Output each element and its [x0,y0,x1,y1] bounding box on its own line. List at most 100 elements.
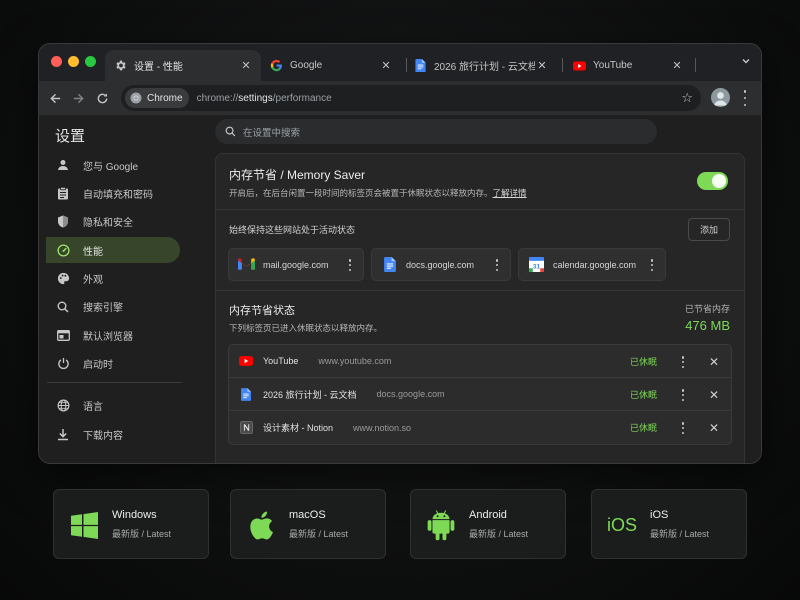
tab-label: 设置 - 性能 [134,62,183,73]
tab-travel-doc[interactable]: 2026 旅行计划 - 云文档 ✕ [405,50,557,81]
tab-search-dropdown[interactable] [741,56,751,69]
tab-close-button[interactable]: ✕ [379,59,393,72]
site-domain: docs.google.com [406,259,475,270]
sidebar-item-search-engine[interactable]: 搜索引擎 [39,294,209,320]
list-item: 2026 旅行计划 - 云文档 docs.google.com 已休眠 ✕ [229,378,731,411]
learn-more-link[interactable]: 了解详情 [493,188,527,198]
reload-button[interactable] [93,89,111,107]
bookmark-star-icon[interactable]: ☆ [681,90,693,106]
os-name: macOS [289,509,326,521]
sidebar-item-label: 搜索引擎 [83,303,123,315]
row-close-button[interactable]: ✕ [709,355,719,369]
tab-close-button[interactable]: ✕ [670,59,684,72]
memory-saver-toggle[interactable] [697,172,728,190]
search-icon [225,126,236,137]
row-more-button[interactable] [681,422,685,434]
os-version: 最新版 / Latest [112,529,172,539]
maximize-window-button[interactable] [85,56,96,67]
download-card-ios[interactable]: iOS iOS 最新版 / Latest [591,489,747,559]
tab-label: 2026 旅行计划 - 云文档 [434,62,535,73]
sidebar-item-on-startup[interactable]: 启动时 [39,351,209,377]
settings-page: 设置 在设置中搜索 您与 Google 自动填充和密码 隐私和安全 性能 外观 … [39,115,761,463]
row-close-button[interactable]: ✕ [709,421,719,435]
memory-saved-value: 476 MB [685,318,730,333]
memory-saved-label: 已节省内存 [684,304,730,314]
address-bar[interactable]: Chrome chrome://settings/performance ☆ [121,85,701,111]
forward-button[interactable] [69,89,87,107]
svg-text:31: 31 [533,263,541,270]
row-close-button[interactable]: ✕ [709,388,719,402]
tab-name: YouTube [263,356,299,366]
site-domain: calendar.google.com [553,259,637,270]
os-version: 最新版 / Latest [469,529,529,539]
row-more-button[interactable] [681,389,685,401]
sidebar-item-label: 性能 [83,246,103,258]
download-icon [55,426,71,442]
browser-menu-button[interactable] [740,90,750,106]
chrome-logo-icon [130,92,142,104]
tab-name: 2026 旅行计划 - 云文档 [263,389,357,400]
divider [216,209,744,210]
power-icon [55,356,71,372]
sidebar-item-autofill[interactable]: 自动填充和密码 [39,180,209,206]
site-more-button[interactable] [650,259,654,271]
row-more-button[interactable] [681,356,685,368]
tab-google[interactable]: Google ✕ [261,50,401,81]
memory-saver-state-title: 内存节省状态 [229,305,295,317]
os-version: 最新版 / Latest [650,529,710,539]
download-card-macos[interactable]: macOS 最新版 / Latest [230,489,386,559]
add-site-button[interactable]: 添加 [688,218,730,241]
sidebar-item-you-and-google[interactable]: 您与 Google [39,152,209,178]
close-window-button[interactable] [51,56,62,67]
browser-window-icon [55,327,71,343]
back-button[interactable] [46,89,64,107]
google-docs-icon [381,256,398,273]
download-card-windows[interactable]: Windows 最新版 / Latest [53,489,209,559]
sidebar-item-appearance[interactable]: 外观 [39,266,209,292]
gmail-icon [238,256,255,273]
chrome-chip[interactable]: Chrome [125,88,189,108]
toggle-knob [712,174,726,188]
tab-close-button[interactable]: ✕ [239,59,253,72]
sidebar-item-performance[interactable]: 性能 [46,237,180,264]
site-more-button[interactable] [348,259,352,271]
sidebar-item-label: 外观 [83,275,103,287]
list-item: 设计素材 - Notion www.notion.so 已休眠 ✕ [229,411,731,444]
sidebar: 您与 Google 自动填充和密码 隐私和安全 性能 外观 搜索引擎 默认浏览器… [39,152,209,450]
always-active-label: 始终保持这些网站处于活动状态 [229,225,356,235]
os-name: Windows [112,509,157,521]
tab-youtube[interactable]: YouTube ✕ [564,50,692,81]
page-title: 设置 [55,128,86,145]
notion-icon [239,421,253,435]
sidebar-item-label: 您与 Google [83,161,139,173]
tab-label: Google [290,60,323,71]
avatar[interactable] [711,88,730,107]
site-more-button[interactable] [495,259,499,271]
url-text: chrome://settings/performance [196,92,332,104]
tab-close-button[interactable]: ✕ [535,59,549,72]
memory-saver-title: 内存节省 / Memory Saver [229,168,366,182]
tab-strip: 设置 - 性能 ✕ Google ✕ 2026 旅行计划 - 云文档 ✕ You… [39,44,761,81]
speedometer-icon [55,242,71,258]
sidebar-item-languages[interactable]: 语言 [39,393,209,419]
inactive-tabs-list: YouTube www.youtube.com 已休眠 ✕ 2026 旅行计划 … [228,344,732,445]
sidebar-item-privacy[interactable]: 隐私和安全 [39,209,209,235]
sidebar-item-label: 自动填充和密码 [83,189,153,201]
download-card-android[interactable]: Android 最新版 / Latest [410,489,566,559]
tab-separator [695,58,696,72]
chevron-down-icon [742,59,750,64]
status-badge: 已休眠 [630,423,658,433]
sidebar-divider [47,381,182,383]
settings-search-input[interactable]: 在设置中搜索 [215,119,657,144]
list-item: YouTube www.youtube.com 已休眠 ✕ [229,345,731,378]
os-version: 最新版 / Latest [289,529,349,539]
person-icon [55,157,71,173]
sidebar-item-default-browser[interactable]: 默认浏览器 [39,322,209,348]
minimize-window-button[interactable] [68,56,79,67]
android-icon [425,509,457,541]
youtube-icon [572,59,586,73]
tab-settings-performance[interactable]: 设置 - 性能 ✕ [105,50,261,81]
toolbar: Chrome chrome://settings/performance ☆ [39,81,761,115]
palette-icon [55,271,71,287]
sidebar-item-downloads[interactable]: 下载内容 [39,421,209,447]
